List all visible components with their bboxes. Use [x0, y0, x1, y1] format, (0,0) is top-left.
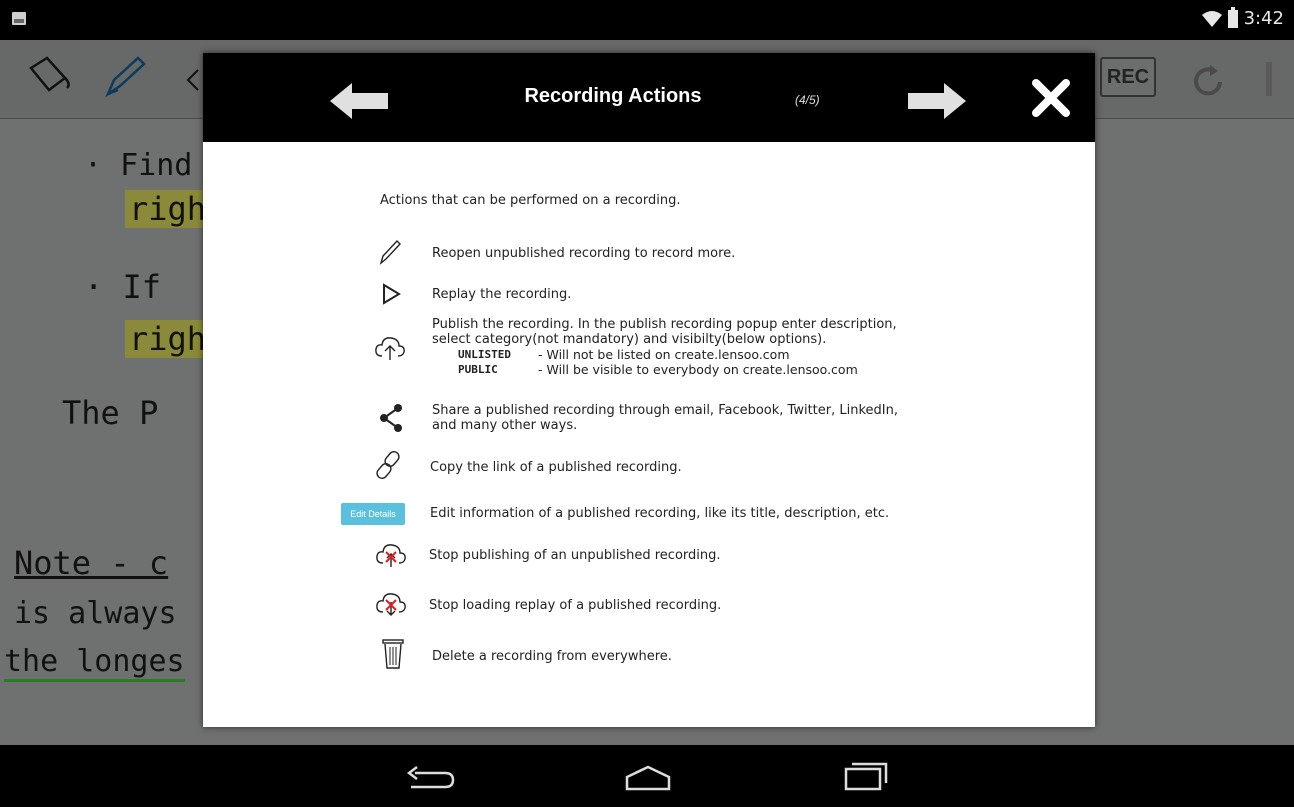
action-text-block: Share a published recording through emai…: [432, 403, 898, 433]
action-text: Reopen unpublished recording to record m…: [432, 246, 736, 261]
link-icon: [373, 449, 405, 481]
recent-apps-icon[interactable]: [842, 761, 890, 791]
previous-arrow-icon[interactable]: [330, 83, 390, 119]
edit-details-label: Edit Details: [341, 503, 405, 525]
next-arrow-icon[interactable]: [906, 83, 966, 119]
action-text: Share a published recording through emai…: [432, 403, 898, 418]
cloud-stop-download-icon: [374, 589, 408, 619]
wifi-icon: [1201, 10, 1222, 27]
visibility-option: UNLISTED - Will not be listed on create.…: [432, 347, 897, 362]
navigation-bar: [0, 745, 1294, 807]
recording-actions-dialog: Recording Actions (4/5) Actions that can…: [203, 53, 1095, 727]
action-text: select category(not mandatory) and visib…: [432, 332, 827, 347]
home-icon[interactable]: [623, 765, 673, 791]
canvas-line: is always: [14, 596, 177, 631]
canvas-line: righ: [125, 320, 211, 358]
pencil-icon: [377, 239, 403, 265]
option-desc: - Will not be listed on create.lensoo.co…: [538, 347, 790, 362]
option-key: PUBLIC: [458, 363, 498, 376]
action-text: Stop loading replay of a published recor…: [429, 598, 722, 613]
action-text: Copy the link of a published recording.: [430, 460, 682, 475]
pen-icon[interactable]: [100, 54, 150, 104]
cloud-upload-icon: [373, 333, 407, 363]
action-text: Publish the recording. In the publish re…: [432, 317, 897, 332]
rec-button[interactable]: REC: [1100, 57, 1156, 97]
play-icon: [379, 282, 403, 306]
action-text: Replay the recording.: [432, 287, 572, 302]
trash-icon: [381, 637, 405, 669]
canvas-line: righ: [125, 190, 211, 228]
undo-icon[interactable]: [186, 68, 200, 92]
canvas-line: Note - c: [14, 544, 169, 582]
visibility-option: PUBLIC - Will be visible to everybody on…: [432, 362, 897, 377]
action-text-block: Publish the recording. In the publish re…: [432, 317, 897, 377]
close-icon[interactable]: [1032, 79, 1070, 117]
canvas-line: · If: [84, 268, 162, 306]
option-desc: - Will be visible to everybody on create…: [538, 362, 858, 377]
dialog-title: Recording Actions: [524, 85, 702, 107]
share-icon: [378, 403, 404, 433]
cloud-stop-upload-icon: [374, 540, 408, 570]
action-text: and many other ways.: [432, 418, 578, 433]
edit-details-button[interactable]: Edit Details: [341, 503, 405, 525]
action-text: Edit information of a published recordin…: [430, 506, 890, 521]
action-text: Stop publishing of an unpublished record…: [429, 548, 721, 563]
canvas-line: the longes: [4, 644, 185, 682]
clock: 3:42: [1243, 8, 1284, 29]
canvas-line: The P: [62, 394, 159, 432]
overflow-menu-icon[interactable]: [1264, 62, 1274, 96]
canvas-line: · Find: [84, 148, 193, 183]
dialog-header: Recording Actions (4/5): [203, 53, 1095, 142]
refresh-icon[interactable]: [1188, 62, 1228, 102]
status-bar: 3:42: [0, 0, 1294, 40]
gallery-notification-icon: [12, 12, 26, 25]
bucket-icon[interactable]: [25, 54, 75, 98]
back-icon[interactable]: [405, 765, 455, 791]
page-indicator: (4/5): [795, 93, 820, 107]
action-text: Delete a recording from everywhere.: [432, 649, 672, 664]
status-icons: 3:42: [1201, 6, 1284, 29]
dialog-intro: Actions that can be performed on a recor…: [380, 193, 681, 208]
option-key: UNLISTED: [458, 348, 511, 361]
battery-icon: [1227, 6, 1238, 28]
